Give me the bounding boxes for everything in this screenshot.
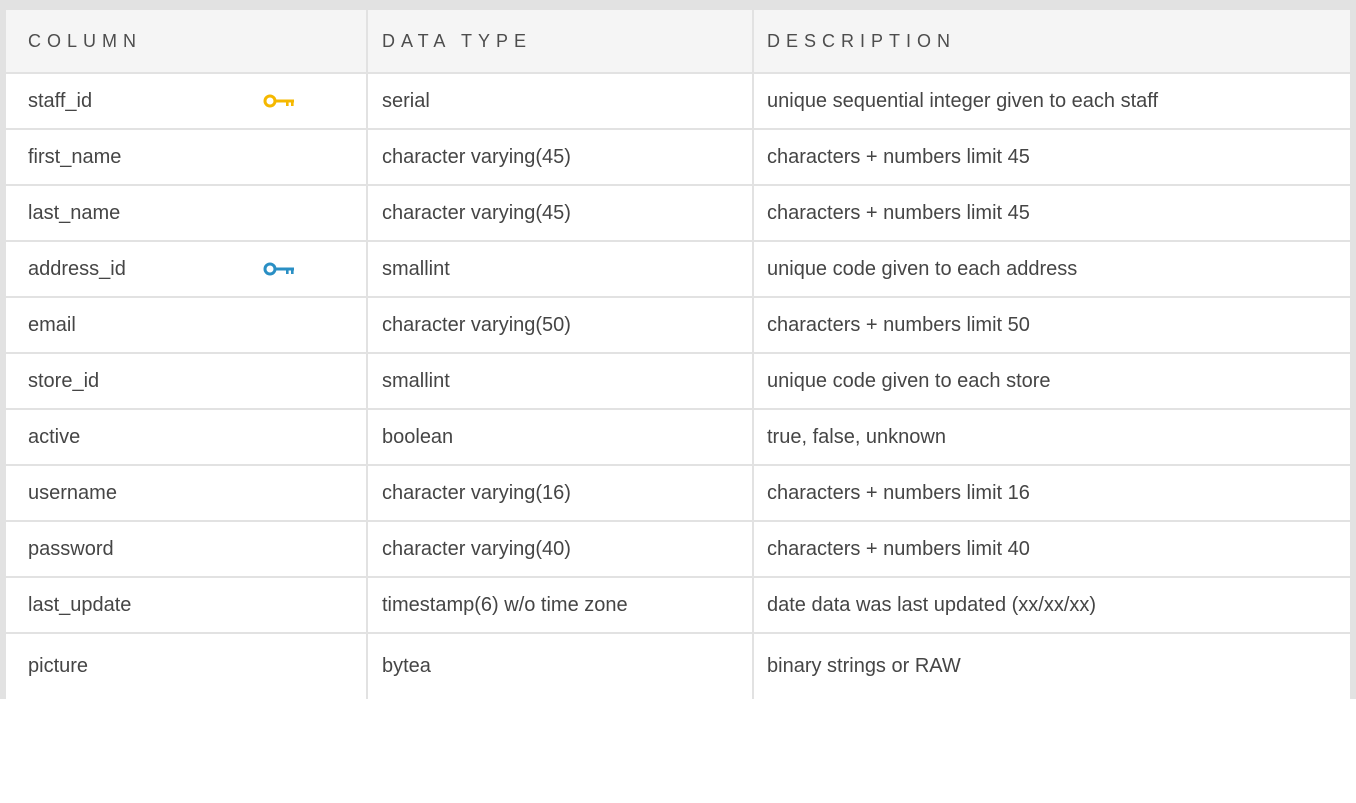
description: unique code given to each address bbox=[752, 242, 1356, 296]
description: true, false, unknown bbox=[752, 410, 1356, 464]
table-row: username character varying(16) character… bbox=[0, 466, 1356, 522]
data-type: character varying(45) bbox=[366, 130, 752, 184]
data-type: character varying(45) bbox=[366, 186, 752, 240]
description: binary strings or RAW bbox=[752, 634, 1356, 699]
table-row: first_name character varying(45) charact… bbox=[0, 130, 1356, 186]
table-row: password character varying(40) character… bbox=[0, 522, 1356, 578]
table-row: email character varying(50) characters +… bbox=[0, 298, 1356, 354]
description: unique code given to each store bbox=[752, 354, 1356, 408]
column-name: address_id bbox=[28, 257, 126, 280]
data-type: smallint bbox=[366, 242, 752, 296]
description: characters + numbers limit 40 bbox=[752, 522, 1356, 576]
description: unique sequential integer given to each … bbox=[752, 74, 1356, 128]
table-row: address_id smallint unique code given to… bbox=[0, 242, 1356, 298]
table-header: COLUMN DATA TYPE DESCRIPTION bbox=[0, 0, 1356, 74]
column-name: email bbox=[0, 298, 366, 352]
header-data-type: DATA TYPE bbox=[366, 10, 752, 72]
column-name: password bbox=[0, 522, 366, 576]
table-row: staff_id serial unique sequential intege… bbox=[0, 74, 1356, 130]
description: date data was last updated (xx/xx/xx) bbox=[752, 578, 1356, 632]
data-type: timestamp(6) w/o time zone bbox=[366, 578, 752, 632]
column-name: last_update bbox=[0, 578, 366, 632]
column-name: store_id bbox=[0, 354, 366, 408]
column-name: staff_id bbox=[28, 89, 93, 112]
column-name: username bbox=[0, 466, 366, 520]
foreign-key-icon bbox=[263, 262, 294, 276]
table-row: active boolean true, false, unknown bbox=[0, 410, 1356, 466]
table-row: picture bytea binary strings or RAW bbox=[0, 634, 1356, 699]
header-description: DESCRIPTION bbox=[752, 10, 1356, 72]
description: characters + numbers limit 45 bbox=[752, 130, 1356, 184]
description: characters + numbers limit 16 bbox=[752, 466, 1356, 520]
description: characters + numbers limit 50 bbox=[752, 298, 1356, 352]
table-row: last_update timestamp(6) w/o time zone d… bbox=[0, 578, 1356, 634]
column-name: last_name bbox=[0, 186, 366, 240]
data-type: boolean bbox=[366, 410, 752, 464]
column-name: first_name bbox=[0, 130, 366, 184]
data-type: character varying(16) bbox=[366, 466, 752, 520]
data-type: smallint bbox=[366, 354, 752, 408]
schema-table: COLUMN DATA TYPE DESCRIPTION staff_id se… bbox=[0, 0, 1356, 699]
table-row: store_id smallint unique code given to e… bbox=[0, 354, 1356, 410]
data-type: character varying(40) bbox=[366, 522, 752, 576]
data-type: character varying(50) bbox=[366, 298, 752, 352]
data-type: bytea bbox=[366, 634, 752, 699]
column-name: picture bbox=[0, 634, 366, 699]
header-column: COLUMN bbox=[0, 10, 366, 72]
data-type: serial bbox=[366, 74, 752, 128]
column-name: active bbox=[0, 410, 366, 464]
description: characters + numbers limit 45 bbox=[752, 186, 1356, 240]
primary-key-icon bbox=[263, 94, 294, 108]
table-row: last_name character varying(45) characte… bbox=[0, 186, 1356, 242]
